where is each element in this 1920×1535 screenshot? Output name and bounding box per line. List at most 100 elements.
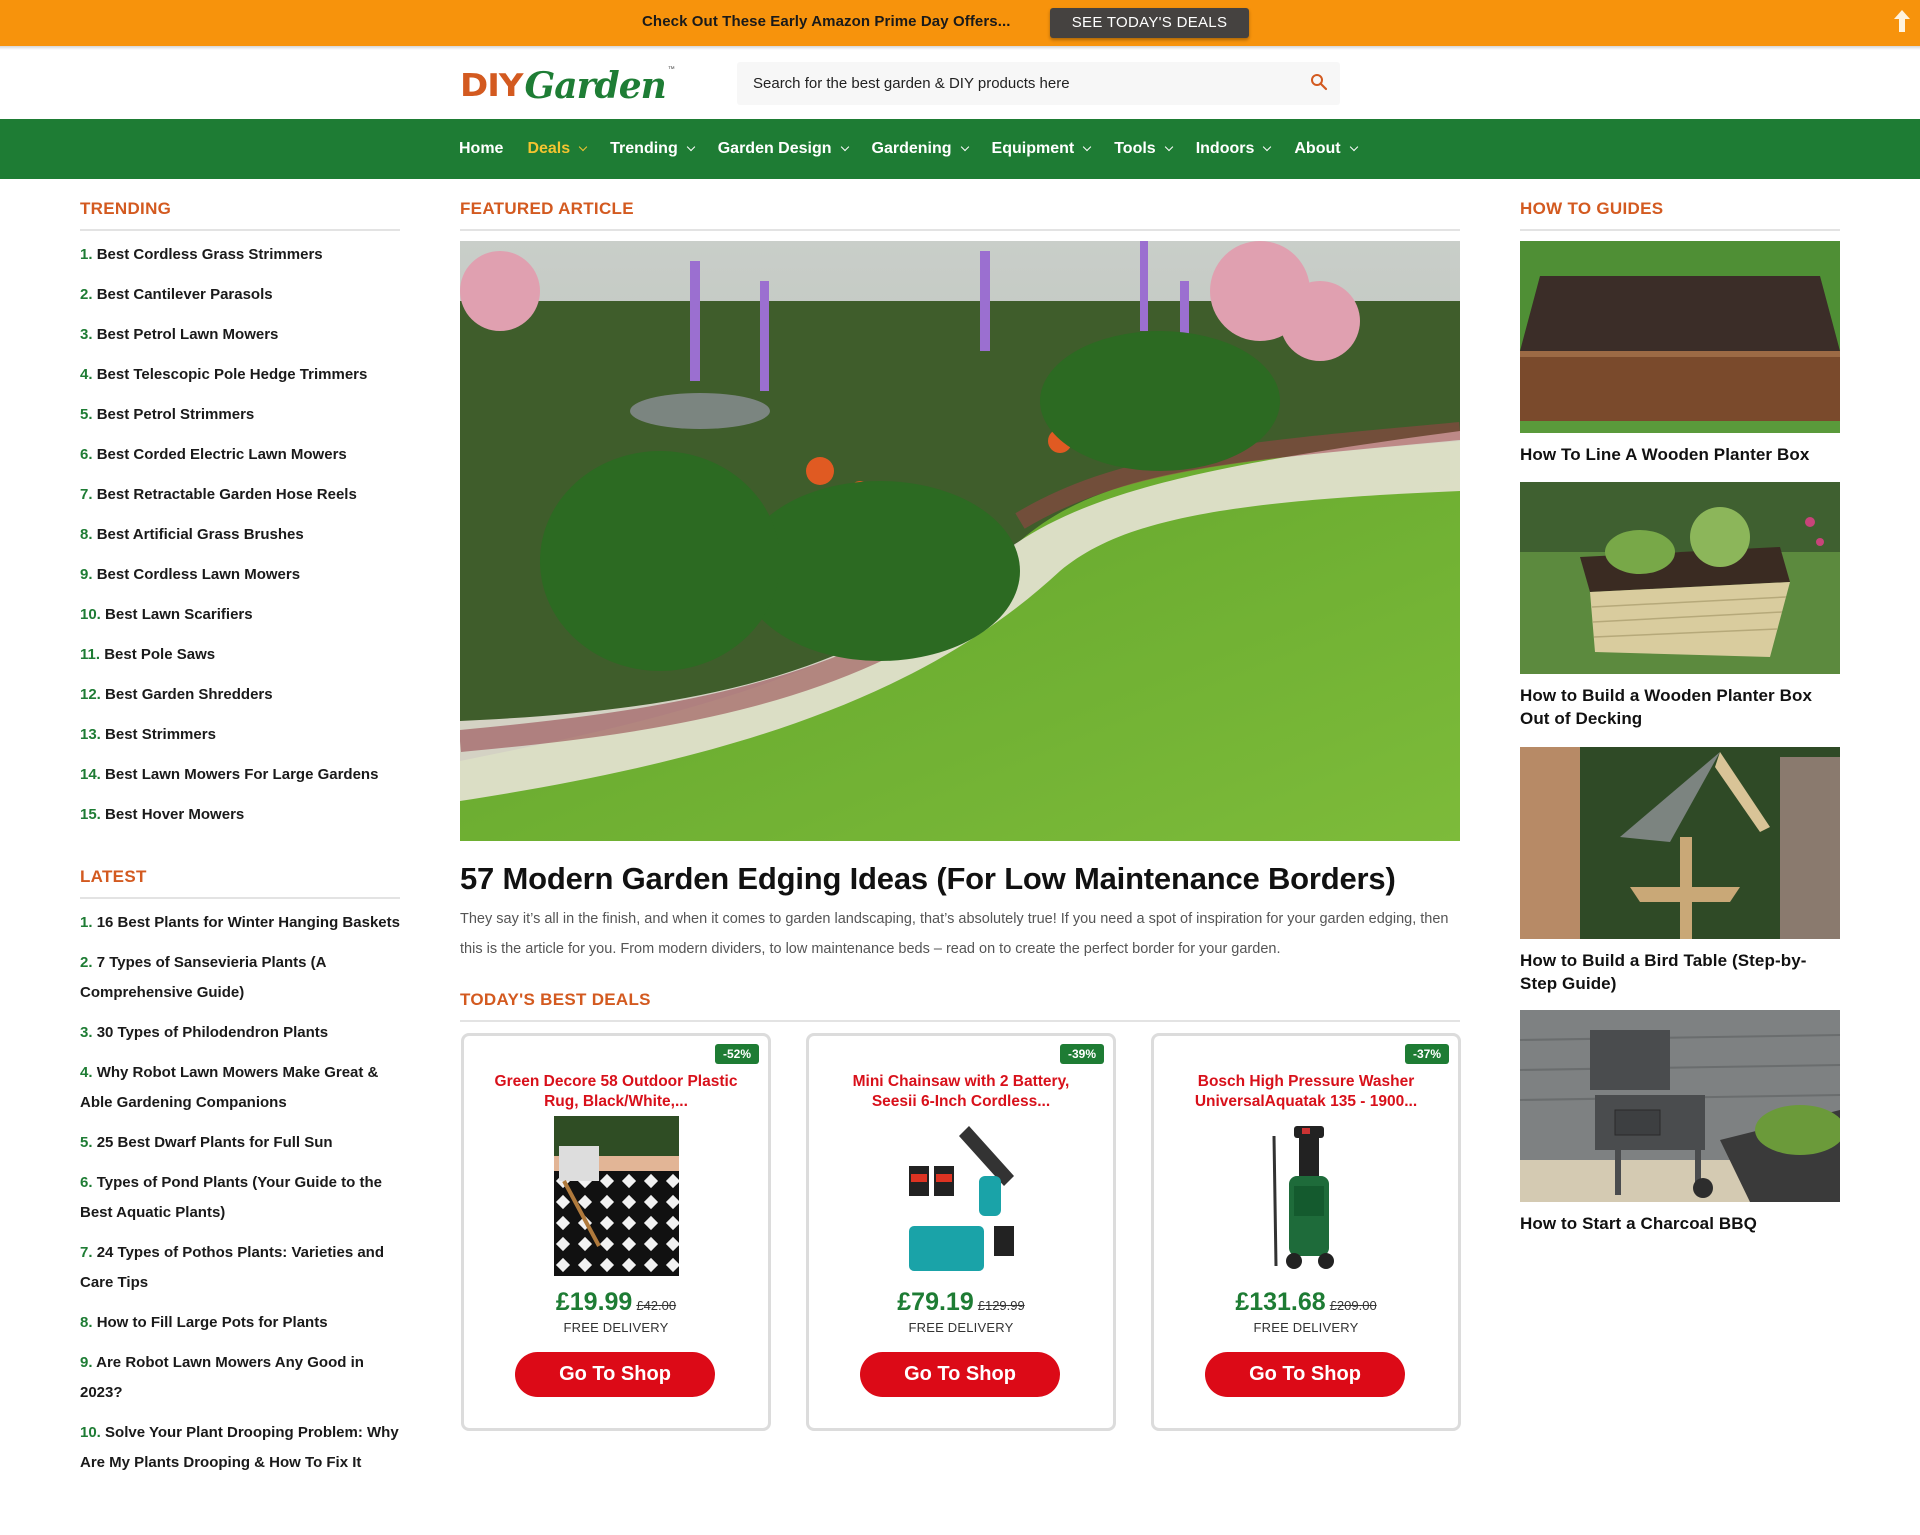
guide-card[interactable]: How to Start a Charcoal BBQ — [1520, 1010, 1840, 1235]
list-link[interactable]: 24 Types of Pothos Plants: Varieties and… — [80, 1244, 384, 1291]
latest-item[interactable]: 1. 16 Best Plants for Winter Hanging Bas… — [80, 908, 400, 938]
trending-item[interactable]: 10. Best Lawn Scarifiers — [80, 605, 400, 645]
list-link[interactable]: Best Artificial Grass Brushes — [97, 526, 304, 543]
list-link[interactable]: Best Retractable Garden Hose Reels — [97, 486, 357, 503]
guide-card[interactable]: How to Build a Wooden Planter Box Out of… — [1520, 482, 1840, 730]
trending-item[interactable]: 9. Best Cordless Lawn Mowers — [80, 565, 400, 605]
deal-product-name[interactable]: Bosch High Pressure Washer UniversalAqua… — [1174, 1072, 1438, 1112]
list-number: 6. — [80, 446, 93, 463]
go-to-shop-button[interactable]: Go To Shop — [1205, 1352, 1405, 1397]
trending-item[interactable]: 5. Best Petrol Strimmers — [80, 405, 400, 445]
trending-item[interactable]: 4. Best Telescopic Pole Hedge Trimmers — [80, 365, 400, 405]
list-number: 8. — [80, 1314, 93, 1331]
nav-item-indoors[interactable]: Indoors — [1196, 140, 1272, 158]
list-link[interactable]: 25 Best Dwarf Plants for Full Sun — [97, 1134, 333, 1151]
list-link[interactable]: 16 Best Plants for Winter Hanging Basket… — [97, 914, 400, 931]
search-icon[interactable] — [1310, 73, 1328, 91]
deal-card[interactable]: -39% Mini Chainsaw with 2 Battery, Seesii… — [806, 1033, 1116, 1431]
nav-item-label: Tools — [1114, 140, 1156, 157]
latest-item[interactable]: 4. Why Robot Lawn Mowers Make Great & Ab… — [80, 1058, 400, 1118]
featured-article-title[interactable]: 57 Modern Garden Edging Ideas (For Low M… — [460, 861, 1460, 897]
list-link[interactable]: 7 Types of Sansevieria Plants (A Compreh… — [80, 954, 326, 1001]
list-number: 14. — [80, 766, 101, 783]
list-link[interactable]: Why Robot Lawn Mowers Make Great & Able … — [80, 1064, 378, 1111]
guide-image-decking-planter[interactable] — [1520, 482, 1840, 674]
list-link[interactable]: Best Garden Shredders — [105, 686, 273, 703]
nav-item-gardening[interactable]: Gardening — [872, 140, 969, 158]
deal-card[interactable]: -37% Bosch High Pressure Washer Universal… — [1151, 1033, 1461, 1431]
list-link[interactable]: Are Robot Lawn Mowers Any Good in 2023? — [80, 1354, 364, 1401]
nav-item-garden-design[interactable]: Garden Design — [718, 140, 849, 158]
trending-item[interactable]: 12. Best Garden Shredders — [80, 685, 400, 725]
list-link[interactable]: Best Cantilever Parasols — [97, 286, 273, 303]
nav-item-home[interactable]: Home — [459, 140, 503, 158]
deal-price: £19.99 £42.00 — [464, 1288, 768, 1317]
latest-item[interactable]: 10. Solve Your Plant Drooping Problem: W… — [80, 1418, 400, 1478]
guide-image-charcoal-bbq[interactable] — [1520, 1010, 1840, 1202]
guide-card[interactable]: How to Build a Bird Table (Step-by-Step … — [1520, 747, 1840, 995]
trending-item[interactable]: 8. Best Artificial Grass Brushes — [80, 525, 400, 565]
list-link[interactable]: Best Cordless Grass Strimmers — [97, 246, 323, 263]
guide-title[interactable]: How to Build a Bird Table (Step-by-Step … — [1520, 949, 1840, 995]
guide-title[interactable]: How to Start a Charcoal BBQ — [1520, 1212, 1840, 1235]
list-link[interactable]: Best Lawn Scarifiers — [105, 606, 253, 623]
deal-product-image[interactable] — [554, 1116, 679, 1276]
see-todays-deals-button[interactable]: SEE TODAY'S DEALS — [1050, 8, 1249, 38]
list-link[interactable]: Solve Your Plant Drooping Problem: Why A… — [80, 1424, 399, 1471]
list-link[interactable]: Best Corded Electric Lawn Mowers — [97, 446, 347, 463]
featured-article-description: They say it’s all in the finish, and whe… — [460, 911, 1449, 957]
guide-image-planter-box[interactable] — [1520, 241, 1840, 433]
deal-product-image[interactable] — [1244, 1116, 1369, 1276]
list-link[interactable]: How to Fill Large Pots for Plants — [97, 1314, 328, 1331]
latest-item[interactable]: 3. 30 Types of Philodendron Plants — [80, 1018, 400, 1048]
trending-item[interactable]: 15. Best Hover Mowers — [80, 805, 400, 845]
list-link[interactable]: Best Lawn Mowers For Large Gardens — [105, 766, 378, 783]
latest-item[interactable]: 9. Are Robot Lawn Mowers Any Good in 202… — [80, 1348, 400, 1408]
trending-item[interactable]: 1. Best Cordless Grass Strimmers — [80, 245, 400, 285]
trending-item[interactable]: 2. Best Cantilever Parasols — [80, 285, 400, 325]
latest-item[interactable]: 2. 7 Types of Sansevieria Plants (A Comp… — [80, 948, 400, 1008]
guide-image-bird-table[interactable] — [1520, 747, 1840, 939]
list-link[interactable]: Best Petrol Lawn Mowers — [97, 326, 279, 343]
latest-item[interactable]: 8. How to Fill Large Pots for Plants — [80, 1308, 400, 1338]
trending-item[interactable]: 6. Best Corded Electric Lawn Mowers — [80, 445, 400, 485]
guide-title[interactable]: How to Build a Wooden Planter Box Out of… — [1520, 684, 1840, 730]
trending-item[interactable]: 3. Best Petrol Lawn Mowers — [80, 325, 400, 365]
list-link[interactable]: 30 Types of Philodendron Plants — [97, 1024, 328, 1041]
trending-item[interactable]: 14. Best Lawn Mowers For Large Gardens — [80, 765, 400, 805]
list-link[interactable]: Best Strimmers — [105, 726, 216, 743]
nav-item-trending[interactable]: Trending — [610, 140, 695, 158]
list-number: 2. — [80, 954, 93, 971]
nav-item-about[interactable]: About — [1294, 140, 1358, 158]
promo-bar: Check Out These Early Amazon Prime Day O… — [0, 0, 1920, 46]
guide-card[interactable]: How To Line A Wooden Planter Box — [1520, 241, 1840, 466]
nav-item-deals[interactable]: Deals — [527, 140, 588, 158]
latest-item[interactable]: 6. Types of Pond Plants (Your Guide to t… — [80, 1168, 400, 1228]
site-logo[interactable]: DIY Garden ™ — [460, 62, 675, 106]
list-link[interactable]: Best Hover Mowers — [105, 806, 244, 823]
featured-article-image[interactable] — [460, 241, 1460, 841]
guide-title[interactable]: How To Line A Wooden Planter Box — [1520, 443, 1840, 466]
nav-item-equipment[interactable]: Equipment — [992, 140, 1092, 158]
trending-item[interactable]: 11. Best Pole Saws — [80, 645, 400, 685]
trending-item[interactable]: 13. Best Strimmers — [80, 725, 400, 765]
featured-heading: FEATURED ARTICLE — [460, 199, 634, 218]
list-link[interactable]: Best Cordless Lawn Mowers — [97, 566, 300, 583]
list-link[interactable]: Best Pole Saws — [104, 646, 215, 663]
list-link[interactable]: Best Petrol Strimmers — [97, 406, 255, 423]
nav-item-tools[interactable]: Tools — [1114, 140, 1173, 158]
scroll-to-top-icon[interactable] — [1892, 8, 1912, 34]
list-link[interactable]: Types of Pond Plants (Your Guide to the … — [80, 1174, 382, 1221]
go-to-shop-button[interactable]: Go To Shop — [860, 1352, 1060, 1397]
search-input[interactable] — [753, 62, 1293, 105]
latest-item[interactable]: 5. 25 Best Dwarf Plants for Full Sun — [80, 1128, 400, 1158]
latest-item[interactable]: 7. 24 Types of Pothos Plants: Varieties … — [80, 1238, 400, 1298]
deal-product-name[interactable]: Mini Chainsaw with 2 Battery, Seesii 6-I… — [829, 1072, 1093, 1112]
trending-item[interactable]: 7. Best Retractable Garden Hose Reels — [80, 485, 400, 525]
list-number: 6. — [80, 1174, 93, 1191]
deal-product-name[interactable]: Green Decore 58 Outdoor Plastic Rug, Bla… — [484, 1072, 748, 1112]
go-to-shop-button[interactable]: Go To Shop — [515, 1352, 715, 1397]
deal-card[interactable]: -52% Green Decore 58 Outdoor Plastic Rug,… — [461, 1033, 771, 1431]
list-link[interactable]: Best Telescopic Pole Hedge Trimmers — [97, 366, 368, 383]
deal-product-image[interactable] — [899, 1116, 1024, 1276]
